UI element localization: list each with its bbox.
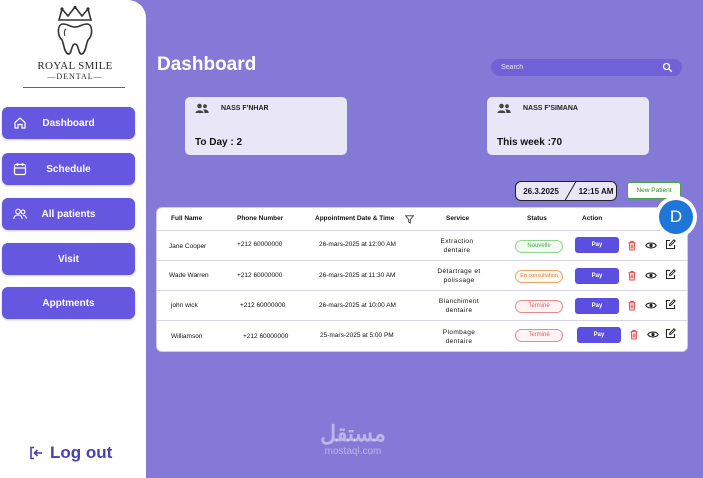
logout-icon: [30, 446, 42, 460]
watermark-arabic: مستقل: [320, 421, 386, 446]
tooth-crown-logo-icon: [57, 6, 93, 55]
patient-name: Jane Cooper: [169, 243, 207, 250]
appointment-date: 26-mars-2025 at 12:00 AM: [319, 241, 396, 248]
edit-icon[interactable]: [665, 299, 676, 310]
column-header: Service: [446, 215, 470, 222]
avatar-letter: D: [659, 200, 693, 234]
table-row: john wick +212 60000000 26-mars-2025 at …: [157, 290, 687, 320]
watermark: مستقل mostaql.com: [305, 422, 401, 458]
watermark-latin: mostaql.com: [324, 446, 382, 457]
brand-sub: —DENTAL—: [47, 72, 103, 81]
status-badge: Terminé: [515, 300, 563, 313]
stat-card-value: To Day : 2: [195, 137, 243, 148]
table-row: Williamson +212 60000000 25-mars-2025 at…: [157, 320, 687, 350]
column-header: Full Name: [171, 215, 203, 222]
sidebar-item-apptments[interactable]: Apptments: [2, 287, 135, 319]
edit-icon[interactable]: [665, 239, 676, 250]
trash-icon[interactable]: [629, 329, 639, 340]
eye-icon[interactable]: [645, 301, 657, 310]
patient-phone: +212 60000000: [243, 333, 289, 340]
stat-card-today: NASS F'NHAR To Day : 2: [185, 97, 347, 155]
search-icon[interactable]: [662, 62, 673, 73]
status-badge: Terminé: [515, 329, 563, 342]
search-input[interactable]: [501, 64, 661, 71]
stat-card-label: NASS F'NHAR: [221, 104, 269, 112]
service: Extraction dentaire: [440, 238, 474, 254]
sidebar-item-label: Visit: [58, 253, 79, 265]
pay-button[interactable]: Pay: [575, 298, 619, 314]
pay-button[interactable]: Pay: [575, 268, 619, 284]
current-date: 26.3.2025: [523, 186, 559, 196]
current-time: 12:15 AM: [578, 186, 614, 196]
edit-icon[interactable]: [665, 328, 676, 339]
search-bar: [491, 59, 682, 76]
users-icon: [195, 103, 209, 113]
sidebar-item-schedule[interactable]: Schedule: [2, 153, 135, 185]
users-icon: [497, 103, 511, 113]
column-header: Action: [582, 215, 603, 222]
trash-icon[interactable]: [627, 300, 637, 311]
service: Plombage dentaire: [442, 329, 476, 345]
brand-name: ROYAL SMILE: [37, 60, 113, 72]
appointment-date: 25-mars-2025 at 5:00 PM: [320, 332, 394, 339]
trash-icon[interactable]: [627, 240, 637, 251]
logo-divider: [23, 87, 125, 88]
patient-phone: +212 60000000: [237, 241, 283, 248]
table-row: Jane Cooper +212 60000000 26-mars-2025 a…: [157, 230, 687, 260]
pay-button[interactable]: Pay: [577, 327, 621, 343]
filter-icon[interactable]: [405, 215, 414, 224]
trash-icon[interactable]: [627, 270, 637, 281]
eye-icon[interactable]: [647, 330, 659, 339]
service: Blanchiment dentaire: [438, 298, 480, 314]
patient-name: john wick: [171, 302, 198, 309]
sidebar: ROYAL SMILE —DENTAL— Dashboard Schedule …: [0, 0, 146, 478]
appointment-date: 26-mars-2025 at 11:30 AM: [319, 272, 396, 279]
sidebar-item-visit[interactable]: Visit: [2, 243, 135, 275]
datetime-display: 26.3.2025 12:15 AM: [515, 181, 617, 201]
eye-icon[interactable]: [645, 241, 657, 250]
appointments-table: Full Name Phone Number Appointment Date …: [156, 207, 688, 352]
stat-card-label: NASS F'SIMANA: [523, 104, 578, 112]
patient-phone: +212 60000000: [240, 302, 286, 309]
stat-card-week: NASS F'SIMANA This week :70: [487, 97, 649, 155]
eye-icon[interactable]: [645, 271, 657, 280]
patient-phone: +212 60000000: [237, 272, 283, 279]
page-title: Dashboard: [157, 54, 257, 75]
user-avatar[interactable]: D: [655, 196, 697, 238]
logo: ROYAL SMILE —DENTAL—: [20, 6, 130, 90]
column-header: Appointment Date & Time: [315, 215, 395, 222]
logout-button[interactable]: Log out: [28, 443, 112, 463]
table-row: Wade Warren +212 60000000 26-mars-2025 a…: [157, 260, 687, 290]
patient-name: Wade Warren: [169, 272, 209, 279]
patient-name: Williamson: [171, 333, 203, 340]
calendar-icon: [13, 163, 27, 176]
sidebar-item-all-patients[interactable]: All patients: [2, 198, 135, 230]
logout-label: Log out: [50, 443, 113, 462]
datetime-divider: [566, 181, 576, 201]
pay-button[interactable]: Pay: [575, 237, 619, 253]
edit-icon[interactable]: [665, 269, 676, 280]
users-icon: [13, 208, 27, 220]
column-header: Status: [527, 215, 547, 222]
column-header: Phone Number: [237, 215, 284, 222]
stat-card-value: This week :70: [497, 137, 563, 148]
sidebar-item-label: Apptments: [42, 297, 95, 309]
appointment-date: 26-mars-2025 at 10:00 AM: [319, 302, 396, 309]
status-badge: Nouvelle: [515, 240, 563, 253]
sidebar-item-dashboard[interactable]: Dashboard: [2, 107, 135, 139]
status-badge: En consultation: [515, 270, 563, 283]
home-icon: [14, 117, 26, 129]
service: Détartrage et polissage: [437, 268, 481, 284]
